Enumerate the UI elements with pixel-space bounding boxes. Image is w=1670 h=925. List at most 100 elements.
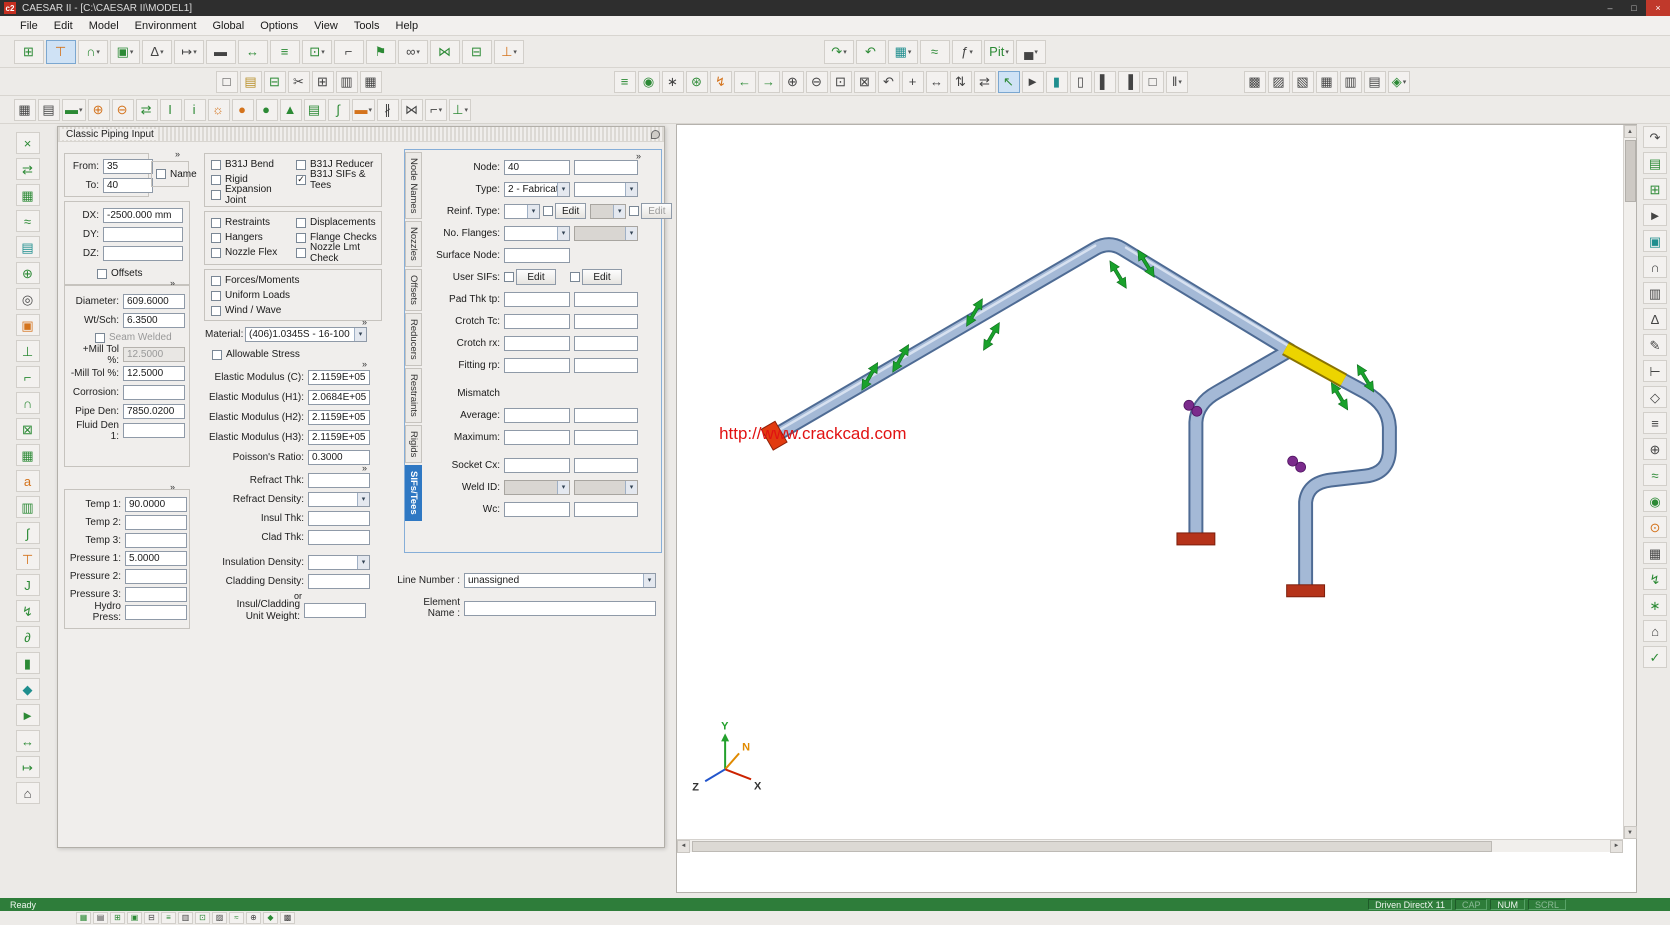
render-solid[interactable]: ▩ — [1244, 71, 1266, 93]
node-box[interactable]: ▣ ▾ — [110, 40, 140, 64]
field[interactable] — [125, 533, 187, 548]
elevation-view[interactable]: ⇅ — [950, 71, 972, 93]
tee-sif[interactable]: ⊥ ▾ — [494, 40, 524, 64]
field[interactable]: 12.5000 — [123, 347, 185, 362]
grid-tool[interactable]: ⊞ — [1643, 178, 1667, 200]
render-shaded[interactable]: ▨ — [1268, 71, 1290, 93]
delete-box[interactable]: ⊠ — [16, 418, 40, 440]
wave-red[interactable]: ≈ — [1643, 464, 1667, 486]
dx-field[interactable]: -2500.000 mm — [103, 208, 183, 223]
checkbox-row[interactable]: B31J Bend — [207, 157, 292, 172]
ruler[interactable]: ⌐ — [334, 40, 364, 64]
target-node[interactable]: ◎ — [16, 288, 40, 310]
annotate-pencil[interactable]: ✎ — [1643, 334, 1667, 356]
cut[interactable]: ✂ — [288, 71, 310, 93]
thermometer[interactable]: I — [160, 99, 182, 121]
field[interactable]: 90.0000 — [125, 497, 187, 512]
sif-field-2[interactable] — [574, 336, 638, 351]
checkbox[interactable] — [296, 233, 306, 243]
bottom-panel[interactable]: ▥ — [178, 912, 193, 924]
scrollbar-up-button[interactable]: ▲ — [1624, 125, 1637, 138]
render-translucent[interactable]: ▥ — [1340, 71, 1362, 93]
field[interactable]: 5.0000 — [125, 551, 187, 566]
swap-from-to[interactable]: ⇄ — [16, 158, 40, 180]
checkbox-row[interactable]: Wind / Wave — [207, 303, 379, 318]
sif-field-2[interactable] — [574, 358, 638, 373]
field[interactable]: 2.1159E+05 — [308, 410, 370, 425]
user-sifs-edit-button-1[interactable]: Edit — [516, 269, 556, 285]
pipe-main-run[interactable] — [777, 245, 1290, 435]
run-check[interactable]: ∗ — [662, 71, 684, 93]
sif-field-1[interactable] — [504, 292, 570, 307]
maximize-button[interactable]: □ — [1622, 0, 1646, 16]
bottom-sheet[interactable]: ▤ — [93, 912, 108, 924]
panel-titlebar[interactable]: Classic Piping Input — [58, 127, 664, 142]
user-sifs-checkbox-2[interactable] — [570, 272, 580, 282]
bottom-list[interactable]: ≡ — [161, 912, 176, 924]
break-element[interactable]: ∦ — [377, 99, 399, 121]
line-number-combo[interactable]: unassigned — [464, 573, 656, 588]
checkbox-row[interactable]: Forces/Moments — [207, 273, 379, 288]
bottom-zoom[interactable]: ⊡ — [195, 912, 210, 924]
bottom-add[interactable]: ⊕ — [246, 912, 261, 924]
node-increment[interactable]: ⊕ — [88, 99, 110, 121]
diamond-tool[interactable]: ◆ — [16, 678, 40, 700]
field[interactable] — [308, 473, 370, 488]
sif-field-2[interactable] — [574, 292, 638, 307]
checkbox[interactable] — [211, 291, 221, 301]
element-info[interactable]: i — [184, 99, 206, 121]
vertical-tab[interactable]: Restraints — [405, 368, 422, 423]
checkbox[interactable] — [211, 276, 221, 286]
compass[interactable]: ☼ — [208, 99, 230, 121]
home-view[interactable]: ⌂ — [16, 782, 40, 804]
checkbox-row[interactable]: Expansion Joint — [207, 187, 292, 202]
vertical-tab[interactable]: Rigids — [405, 425, 422, 463]
add-element[interactable]: ⊕ — [16, 262, 40, 284]
pit-tool[interactable]: Pit ▾ — [984, 40, 1014, 64]
type-combo-2[interactable] — [574, 182, 638, 197]
select-cursor[interactable]: ↖ — [998, 71, 1020, 93]
sif-field-1[interactable] — [504, 430, 570, 445]
reinf-combo-2[interactable] — [590, 204, 626, 219]
vertical-tab[interactable]: Nozzles — [405, 221, 422, 267]
field[interactable] — [308, 574, 370, 589]
add-tool[interactable]: ⊕ — [1643, 438, 1667, 460]
sheet-view[interactable]: ▤ — [16, 236, 40, 258]
integral-tool[interactable]: ∫ — [16, 522, 40, 544]
no-flanges-combo-2[interactable] — [574, 226, 638, 241]
scrollbar-down-button[interactable]: ▼ — [1624, 826, 1637, 839]
menu-item[interactable]: Options — [252, 18, 306, 34]
check-green[interactable]: ✓ — [1643, 646, 1667, 668]
menu-item[interactable]: Tools — [346, 18, 388, 34]
rotate-model[interactable]: ↷ ▾ — [824, 40, 854, 64]
bottom-wave[interactable]: ≈ — [229, 912, 244, 924]
bottom-fill[interactable]: ▩ — [280, 912, 295, 924]
field[interactable]: 2.0684E+05 — [308, 390, 370, 405]
checkbox[interactable] — [296, 218, 306, 228]
undo[interactable]: ← — [734, 71, 756, 93]
field[interactable]: 0.3000 — [308, 450, 370, 465]
checkbox[interactable] — [296, 248, 306, 258]
weld-id-combo-1[interactable] — [504, 480, 570, 495]
field[interactable]: 12.5000 — [123, 366, 185, 381]
reinf-checkbox-2[interactable] — [629, 206, 639, 216]
scrollbar-right-button[interactable]: ► — [1610, 840, 1623, 853]
node-numbers[interactable]: ⊡ ▾ — [302, 40, 332, 64]
socket-field-2[interactable] — [574, 458, 638, 473]
close-segment[interactable]: ▬ — [206, 40, 236, 64]
field[interactable] — [308, 555, 370, 570]
print-preview[interactable]: ▤ — [38, 99, 60, 121]
bend-tool[interactable]: ∩ — [16, 392, 40, 414]
field[interactable] — [308, 511, 370, 526]
redo[interactable]: → — [758, 71, 780, 93]
checkbox-row[interactable]: Nozzle Lmt Check — [292, 245, 379, 260]
dy-field[interactable] — [103, 227, 183, 242]
field[interactable]: 7850.0200 — [123, 404, 185, 419]
field[interactable] — [125, 605, 187, 620]
home-2[interactable]: ⌂ — [1643, 620, 1667, 642]
layers-tool[interactable]: ▥ — [1643, 282, 1667, 304]
seam-welded-checkbox[interactable] — [95, 333, 105, 343]
menu-item[interactable]: File — [12, 18, 46, 34]
field[interactable] — [125, 569, 187, 584]
checkbox-row[interactable]: Displacements — [292, 215, 379, 230]
